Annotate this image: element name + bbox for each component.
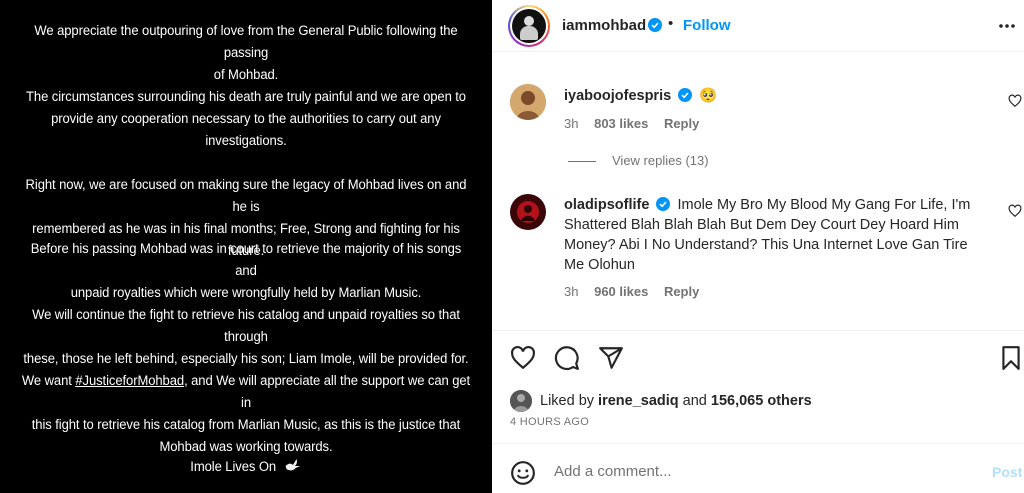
comment-bubble-icon[interactable] [554,345,580,371]
text-line: of Mohbad. [213,67,279,83]
like-heart-icon[interactable] [510,345,536,371]
avatar-photo-icon [510,84,546,120]
author-avatar[interactable] [508,5,550,47]
reply-button[interactable]: Reply [664,116,699,131]
likes-count[interactable]: 156,065 others [711,393,812,409]
dove-icon [285,459,300,471]
comment-meta: 3h 803 likes Reply [564,116,711,131]
comment-text: iyaboojofespris 🥺 [564,86,984,106]
liked-by-text: Liked by irene_sadiq and 156,065 others [540,393,812,409]
post-side-panel: iammohbad • Follow iyaboojofespris 🥺 3h … [492,0,1024,493]
commenter-username[interactable]: oladipsoflife [564,197,649,213]
text-line: unpaid royalties which were wrongfully h… [70,285,422,301]
text-line: The circumstances surrounding his death … [26,89,466,105]
text-line: We appreciate the outpouring of love fro… [34,23,458,61]
view-replies-button[interactable]: View replies (13) [568,153,709,168]
comment-time: 3h [564,116,579,131]
view-replies-label: View replies (13) [612,153,709,168]
comment-time: 3h [564,284,579,299]
statement-paragraph-1: We appreciate the outpouring of love fro… [20,20,473,86]
commenter-avatar[interactable] [510,84,546,120]
separator-dot: • [668,15,674,32]
verified-badge-icon [656,197,671,211]
text-line: We want #JusticeforMohbad, and We will a… [20,370,473,414]
liked-by-and: and [678,393,711,409]
verified-badge-icon [678,88,693,102]
liked-by-prefix: Liked by [540,393,599,409]
text-line: Mohbad was working towards. [159,439,333,455]
comment-input[interactable] [554,463,954,480]
text-fragment: We want [21,373,76,389]
bookmark-save-icon[interactable] [998,345,1024,371]
author-username[interactable]: iammohbad [562,17,646,34]
commenter-username[interactable]: iyaboojofespris [564,88,671,104]
follow-button[interactable]: Follow [683,17,731,34]
hashtag: #JusticeforMohbad [75,373,185,389]
comment-likes[interactable]: 803 likes [594,116,648,131]
text-line: provide any cooperation necessary to the… [51,111,441,127]
comment-likes[interactable]: 960 likes [594,284,648,299]
text-line: We will continue the fight to retrieve h… [32,307,460,345]
text-line: Before his passing Mohbad was in court t… [30,241,462,279]
comment-text: oladipsoflife Imole My Bro My Blood My G… [564,195,984,275]
avatar-photo-icon [510,194,546,230]
verified-badge-icon [648,18,662,32]
liker-username[interactable]: irene_sadiq [598,393,679,409]
post-timestamp[interactable]: 4 HOURS AGO [510,416,589,428]
more-horizontal-icon[interactable] [997,16,1017,36]
statement-paragraph-5: We will continue the fight to retrieve h… [20,304,473,370]
comment-body: 🥺 [699,88,718,104]
text-line: Right now, we are focused on making sure… [25,177,467,215]
heart-icon[interactable] [1008,94,1022,108]
post-comment-button[interactable]: Post [992,464,1022,480]
statement-paragraph-4: Before his passing Mohbad was in court t… [20,238,473,304]
closing-line: Imole Lives On [20,456,473,478]
reply-button[interactable]: Reply [664,284,699,299]
emoji-icon[interactable] [510,460,536,486]
post-image[interactable]: We appreciate the outpouring of love fro… [0,0,492,493]
text-line: these, those he left behind, especially … [23,351,469,367]
comment-meta: 3h 960 likes Reply [564,284,711,299]
post-actions-bar [492,330,1024,380]
statement-paragraph-2: The circumstances surrounding his death … [20,86,473,152]
text-line: this fight to retrieve his catalog from … [31,417,461,433]
post-header: iammohbad • Follow [492,0,1024,52]
text-fragment: , and We will appreciate all the support… [184,373,471,411]
heart-icon[interactable] [1008,204,1022,218]
text-line: investigations. [205,133,287,149]
add-comment-bar: Post [492,443,1024,493]
statement-paragraph-6: We want #JusticeforMohbad, and We will a… [20,370,473,458]
share-send-icon[interactable] [598,345,624,371]
divider-line [568,161,596,163]
avatar-photo-icon [510,390,532,412]
liker-avatar[interactable] [510,390,532,412]
closing-text: Imole Lives On [190,459,277,475]
commenter-avatar[interactable] [510,194,546,230]
